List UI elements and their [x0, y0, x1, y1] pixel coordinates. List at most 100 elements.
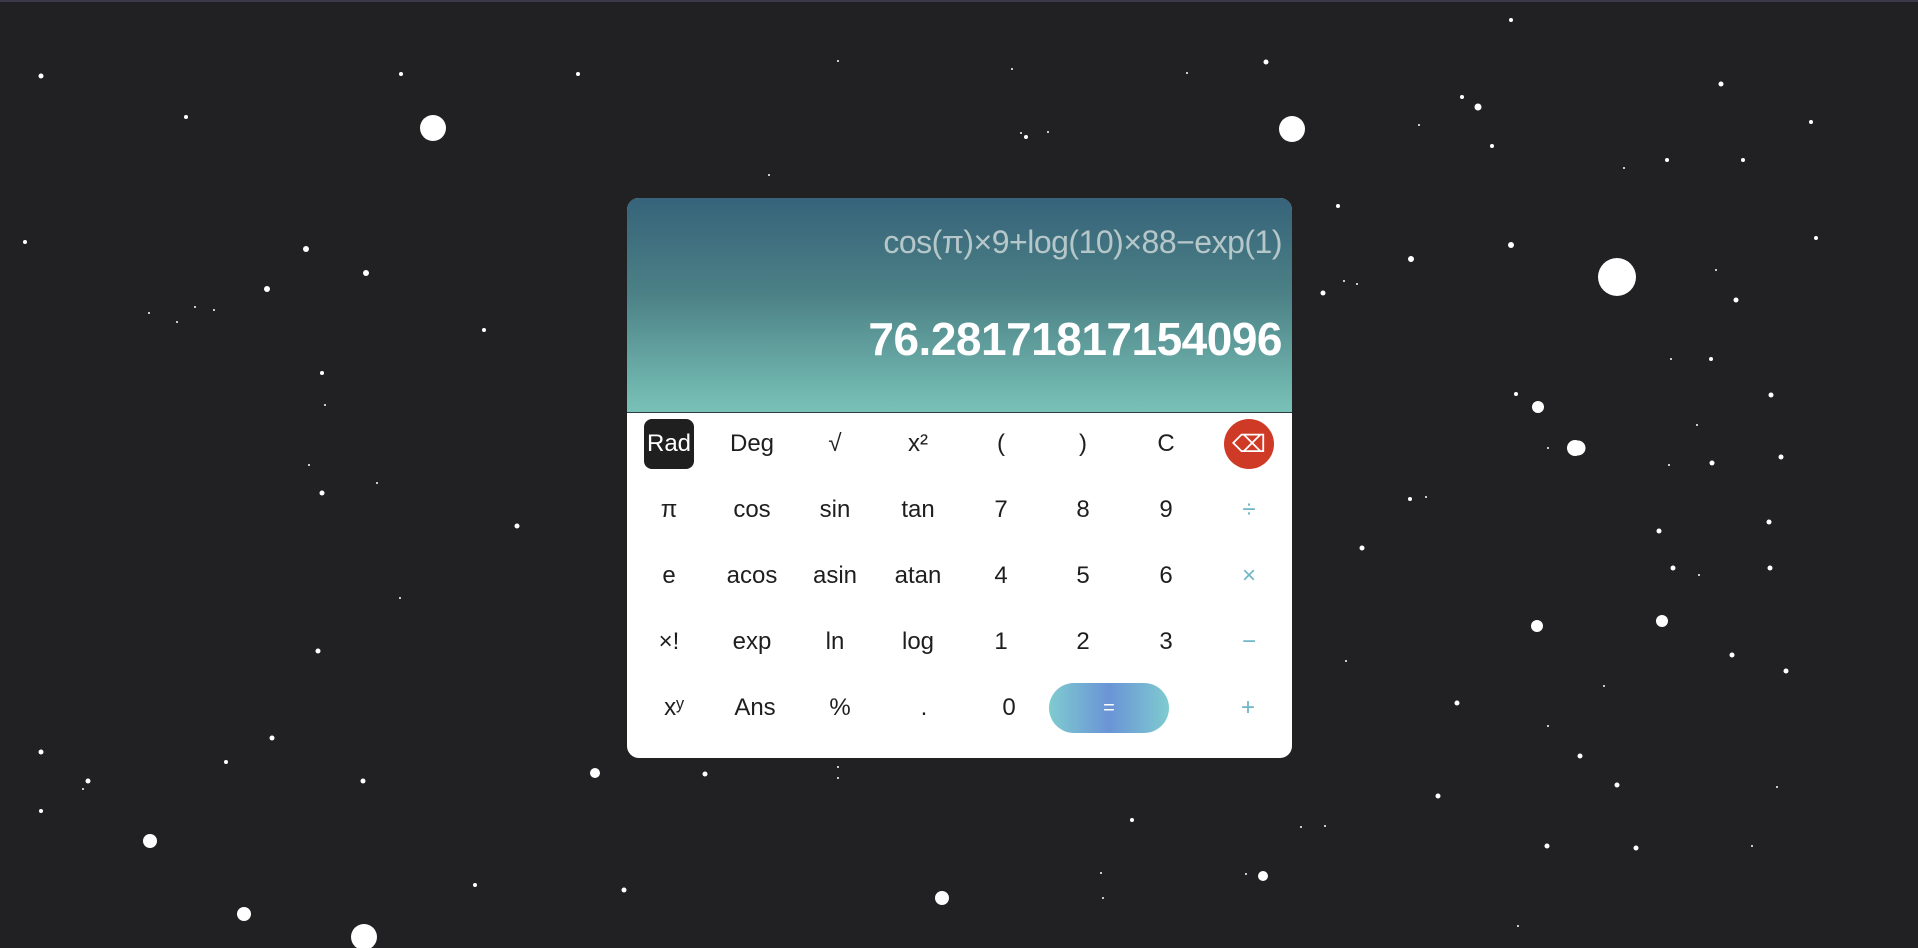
star	[621, 887, 627, 893]
acos-button[interactable]: acos	[727, 551, 778, 601]
star	[1100, 872, 1102, 874]
star	[1343, 280, 1345, 282]
star	[1709, 357, 1713, 361]
star	[1435, 793, 1441, 799]
add-button[interactable]: +	[1223, 683, 1273, 733]
star	[1011, 68, 1013, 70]
star	[1741, 158, 1745, 162]
sin-button[interactable]: sin	[810, 485, 860, 535]
digit-3-button[interactable]: 3	[1141, 617, 1191, 667]
factorial-button[interactable]: ×!	[644, 617, 694, 667]
star	[837, 766, 839, 768]
star	[1809, 120, 1813, 124]
star	[1024, 135, 1028, 139]
decimal-button[interactable]: .	[899, 683, 949, 733]
rad-button[interactable]: Rad	[644, 419, 694, 469]
power-button[interactable]: xʸ	[649, 683, 699, 733]
asin-button[interactable]: asin	[810, 551, 860, 601]
digit-4-button[interactable]: 4	[976, 551, 1026, 601]
star	[837, 777, 839, 779]
clear-button[interactable]: C	[1141, 419, 1191, 469]
star	[360, 778, 366, 784]
ans-button[interactable]: Ans	[730, 683, 780, 733]
star	[1425, 496, 1427, 498]
star	[320, 371, 324, 375]
star	[38, 73, 44, 79]
close-paren-button[interactable]: )	[1058, 419, 1108, 469]
keypad: Rad Deg √ x² () C ⌫ π cos sin tan 7 8 9 ÷ e acos asin atan…	[627, 412, 1292, 758]
digit-7-button[interactable]: 7	[976, 485, 1026, 535]
star	[308, 464, 310, 466]
star	[1698, 574, 1700, 576]
digit-9-button[interactable]: 9	[1141, 485, 1191, 535]
open-paren-button[interactable]: (	[976, 419, 1026, 469]
star	[590, 768, 600, 778]
star	[1778, 454, 1784, 460]
digit-6-button[interactable]: 6	[1141, 551, 1191, 601]
star	[1474, 103, 1482, 111]
star	[351, 924, 377, 948]
star	[143, 834, 157, 848]
star	[1279, 116, 1305, 142]
digit-5-button[interactable]: 5	[1058, 551, 1108, 601]
atan-button[interactable]: atan	[893, 551, 943, 601]
star	[473, 883, 477, 887]
star	[935, 891, 949, 905]
square-button[interactable]: x²	[893, 419, 943, 469]
backspace-button[interactable]: ⌫	[1224, 419, 1274, 469]
star	[1544, 843, 1550, 849]
sqrt-button[interactable]: √	[810, 419, 860, 469]
star	[319, 490, 325, 496]
pi-button[interactable]: π	[644, 485, 694, 535]
log-button[interactable]: log	[893, 617, 943, 667]
star	[837, 60, 839, 62]
star	[1359, 545, 1365, 551]
star	[303, 246, 309, 252]
ln-button[interactable]: ln	[810, 617, 860, 667]
star	[194, 306, 196, 308]
result-text: 76.28171817154096	[868, 313, 1282, 365]
star	[315, 648, 321, 654]
star	[1047, 131, 1049, 133]
digit-2-button[interactable]: 2	[1058, 617, 1108, 667]
digit-1-button[interactable]: 1	[976, 617, 1026, 667]
star	[399, 597, 401, 599]
star	[39, 809, 43, 813]
star	[1514, 392, 1518, 396]
star	[1356, 283, 1358, 285]
percent-button[interactable]: %	[815, 683, 865, 733]
divide-button[interactable]: ÷	[1224, 485, 1274, 535]
digit-8-button[interactable]: 8	[1058, 485, 1108, 535]
star	[148, 312, 150, 314]
star	[1490, 144, 1494, 148]
deg-button[interactable]: Deg	[727, 419, 777, 469]
star	[184, 115, 188, 119]
star	[264, 286, 270, 292]
star	[1814, 236, 1818, 240]
digit-0-button[interactable]: 0	[984, 683, 1034, 733]
star	[1715, 269, 1717, 271]
star	[1768, 392, 1774, 398]
star	[269, 735, 275, 741]
exp-button[interactable]: exp	[727, 617, 777, 667]
star	[1603, 685, 1605, 687]
star	[85, 778, 91, 784]
multiply-button[interactable]: ×	[1224, 551, 1274, 601]
star	[1709, 460, 1715, 466]
tan-button[interactable]: tan	[893, 485, 943, 535]
star	[1783, 668, 1789, 674]
star	[1668, 464, 1670, 466]
e-button[interactable]: e	[644, 551, 694, 601]
star	[1531, 620, 1543, 632]
subtract-button[interactable]: −	[1224, 617, 1274, 667]
star	[420, 115, 446, 141]
star	[1776, 786, 1778, 788]
cos-button[interactable]: cos	[727, 485, 777, 535]
star	[399, 72, 403, 76]
star	[1245, 873, 1247, 875]
star	[768, 174, 770, 176]
equals-button[interactable]: =	[1049, 683, 1169, 733]
star	[1408, 256, 1414, 262]
star	[482, 328, 486, 332]
star	[514, 523, 520, 529]
